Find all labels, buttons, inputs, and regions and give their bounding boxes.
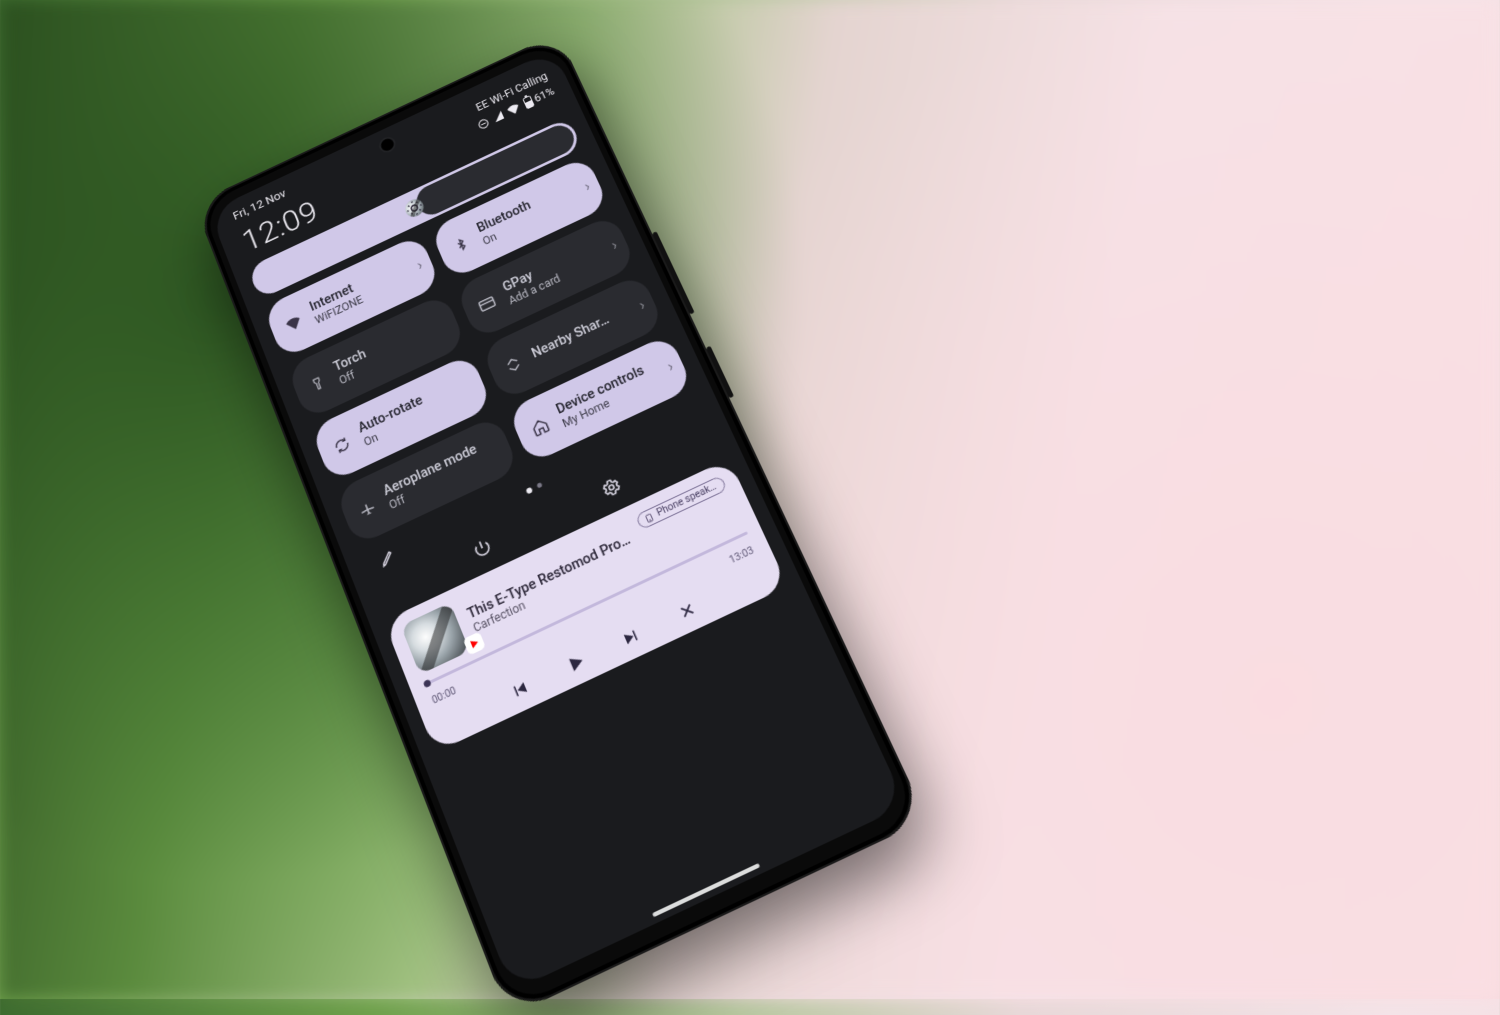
card-icon	[476, 294, 498, 314]
youtube-icon	[463, 631, 486, 655]
page-indicator	[525, 482, 543, 494]
phone-frame: Fri, 12 Nov 12:09 EE Wi-Fi Calling	[194, 33, 927, 1015]
media-thumbnail	[401, 602, 470, 674]
airplane-icon	[355, 496, 379, 520]
media-output-label: Phone speak…	[655, 481, 718, 518]
power-button[interactable]	[468, 534, 496, 563]
edit-tiles-button[interactable]	[374, 543, 402, 572]
media-artist: Carfection	[471, 545, 640, 635]
flashlight-icon	[306, 372, 329, 395]
media-progress[interactable]	[423, 531, 748, 686]
screen: Fri, 12 Nov 12:09 EE Wi-Fi Calling	[209, 49, 906, 991]
media-elapsed: 00:00	[431, 686, 458, 707]
media-close-button[interactable]	[673, 596, 702, 626]
rotate-icon	[330, 434, 354, 458]
scene: Fri, 12 Nov 12:09 EE Wi-Fi Calling	[0, 0, 1500, 999]
media-next-button[interactable]	[617, 622, 646, 652]
media-play-button[interactable]	[561, 648, 590, 678]
media-output-chip[interactable]: Phone speak…	[635, 475, 728, 531]
spacer	[674, 415, 690, 423]
bluetooth-icon	[450, 233, 474, 255]
nearby-share-icon	[501, 353, 525, 376]
media-prev-button[interactable]	[505, 675, 534, 705]
settings-button[interactable]	[597, 473, 625, 502]
home-icon	[528, 415, 553, 439]
wifi-icon	[505, 102, 521, 117]
gesture-nav-pill[interactable]	[652, 863, 760, 917]
wifi-icon	[283, 314, 305, 333]
phone-body: Fri, 12 Nov 12:09 EE Wi-Fi Calling	[194, 33, 927, 1015]
battery-percent: 61%	[532, 85, 556, 105]
media-duration: 13:03	[728, 546, 756, 567]
dnd-icon	[475, 116, 491, 131]
signal-icon	[492, 111, 504, 123]
media-title: This E-Type Restomod Prot…	[465, 531, 634, 622]
